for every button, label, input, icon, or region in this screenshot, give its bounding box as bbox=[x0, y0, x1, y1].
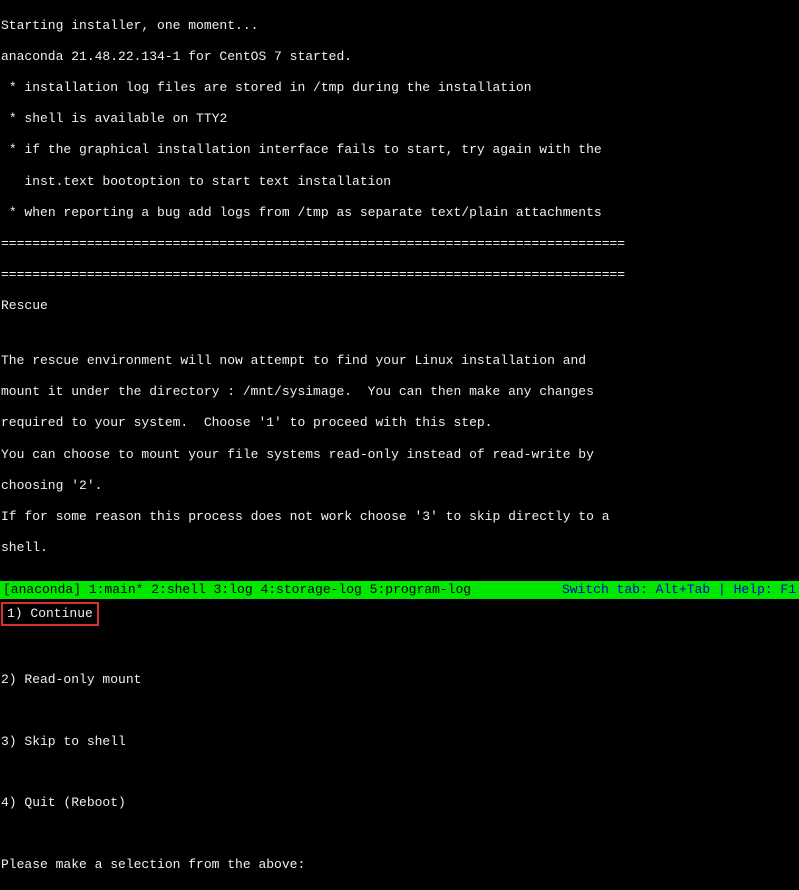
version-line: anaconda 21.48.22.134-1 for CentOS 7 sta… bbox=[1, 49, 798, 65]
status-bar: [anaconda] 1:main* 2:shell 3:log 4:stora… bbox=[0, 581, 799, 599]
menu-option-continue[interactable]: 1) Continue bbox=[1, 602, 798, 626]
starting-line: Starting installer, one moment... bbox=[1, 18, 798, 34]
selection-prompt[interactable]: Please make a selection from the above: bbox=[1, 857, 798, 873]
rescue-title: Rescue bbox=[1, 298, 798, 314]
separator-line: ========================================… bbox=[1, 236, 798, 252]
rescue-body: mount it under the directory : /mnt/sysi… bbox=[1, 384, 798, 400]
rescue-body: You can choose to mount your file system… bbox=[1, 447, 798, 463]
status-help: Switch tab: Alt+Tab | Help: F1 bbox=[562, 582, 796, 598]
status-tabs: [anaconda] 1:main* 2:shell 3:log 4:stora… bbox=[3, 582, 471, 598]
terminal-output: Starting installer, one moment... anacon… bbox=[0, 0, 799, 890]
note-line: * installation log files are stored in /… bbox=[1, 80, 798, 96]
highlight-box: 1) Continue bbox=[1, 602, 99, 626]
menu-option-quit[interactable]: 4) Quit (Reboot) bbox=[1, 795, 798, 811]
rescue-body: choosing '2'. bbox=[1, 478, 798, 494]
menu-option-readonly[interactable]: 2) Read-only mount bbox=[1, 672, 798, 688]
note-line: * shell is available on TTY2 bbox=[1, 111, 798, 127]
note-line: * when reporting a bug add logs from /tm… bbox=[1, 205, 798, 221]
separator-line: ========================================… bbox=[1, 267, 798, 283]
rescue-body: If for some reason this process does not… bbox=[1, 509, 798, 525]
note-line: inst.text bootoption to start text insta… bbox=[1, 174, 798, 190]
rescue-body: shell. bbox=[1, 540, 798, 556]
rescue-body: The rescue environment will now attempt … bbox=[1, 353, 798, 369]
rescue-body: required to your system. Choose '1' to p… bbox=[1, 415, 798, 431]
menu-option-skip[interactable]: 3) Skip to shell bbox=[1, 734, 798, 750]
note-line: * if the graphical installation interfac… bbox=[1, 142, 798, 158]
